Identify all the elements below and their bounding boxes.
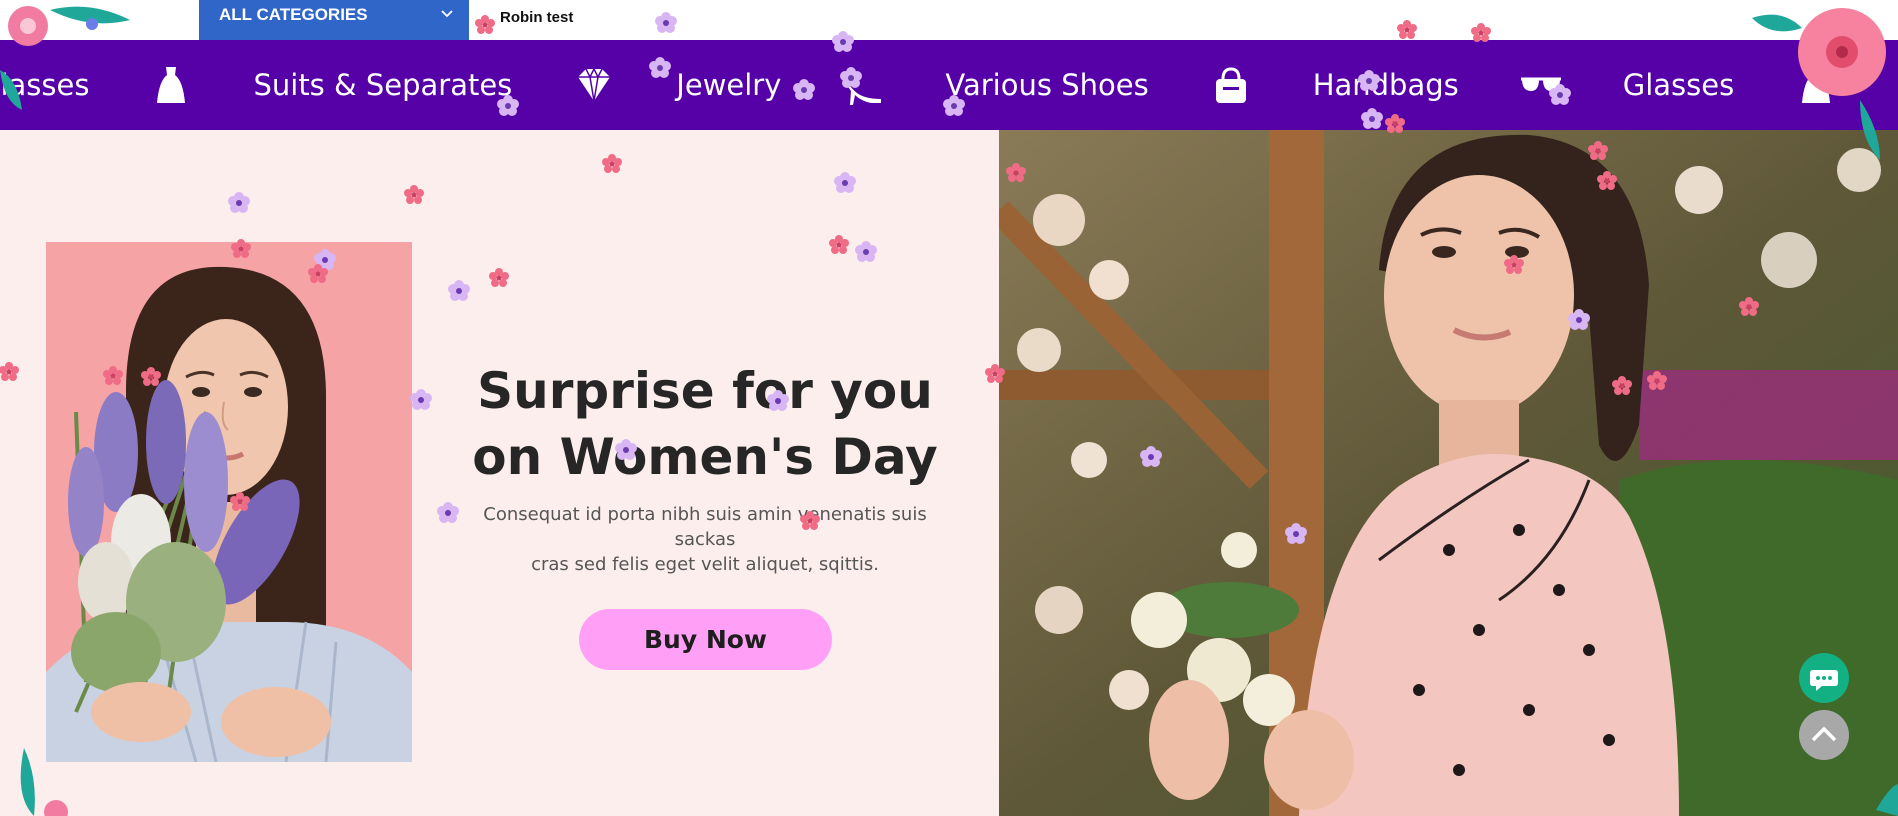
chat-bubble-icon	[1810, 670, 1838, 691]
hero-subtext-line-2: cras sed felis eget velit aliquet, sqitt…	[531, 554, 879, 575]
diamond-icon	[578, 67, 611, 102]
dress-icon	[157, 67, 186, 103]
category-label: Various Shoes	[945, 68, 1149, 102]
sunglasses-icon	[1520, 77, 1561, 91]
category-marquee: Glasses Suits & Separates Jewelry Variou…	[0, 40, 1898, 130]
category-label: Glasses	[1622, 68, 1735, 102]
category-label: Glasses	[0, 68, 90, 102]
woman-with-lavender-image	[46, 242, 412, 762]
category-label: Suits & Separates	[253, 68, 513, 102]
hero-banner-left: Surprise for you on Women's Day Consequa…	[0, 130, 999, 816]
category-bar: Glasses Suits & Separates Jewelry Variou…	[0, 40, 1898, 130]
category-item-handbags[interactable]: Handbags	[1313, 63, 1623, 107]
hero-subtext: Consequat id porta nibh suis amin venena…	[455, 502, 955, 577]
chat-button[interactable]	[1799, 653, 1849, 703]
scroll-to-top-button[interactable]	[1799, 710, 1849, 760]
handbag-icon	[1215, 67, 1246, 103]
buy-now-button[interactable]: Buy Now	[579, 609, 832, 670]
hero-headline-line-1: Surprise for you	[477, 362, 933, 420]
category-item-various-shoes[interactable]: Various Shoes	[945, 63, 1312, 107]
top-bar: ALL CATEGORIES	[0, 0, 1898, 40]
dress-icon	[1802, 67, 1831, 103]
all-categories-dropdown[interactable]: ALL CATEGORIES	[199, 0, 469, 40]
search-input[interactable]	[500, 4, 900, 30]
category-item-suits-separates[interactable]: Suits & Separates	[253, 63, 676, 107]
category-label: Jewelry	[676, 68, 782, 102]
category-item-jewelry[interactable]: Jewelry	[676, 63, 945, 107]
category-item-glasses[interactable]: Glasses	[0, 63, 253, 107]
hero-headline-line-2: on Women's Day	[472, 428, 938, 486]
woman-with-roses-image	[999, 130, 1898, 816]
category-item-glasses-2[interactable]: Glasses	[1623, 63, 1898, 107]
hero-headline: Surprise for you on Women's Day	[440, 358, 970, 490]
high-heel-icon	[845, 75, 882, 105]
category-label: Handbags	[1312, 68, 1459, 102]
chevron-up-icon	[1811, 726, 1837, 742]
hero-subtext-line-1: Consequat id porta nibh suis amin venena…	[483, 504, 927, 550]
all-categories-label: ALL CATEGORIES	[219, 5, 368, 24]
chevron-down-icon	[441, 10, 453, 18]
